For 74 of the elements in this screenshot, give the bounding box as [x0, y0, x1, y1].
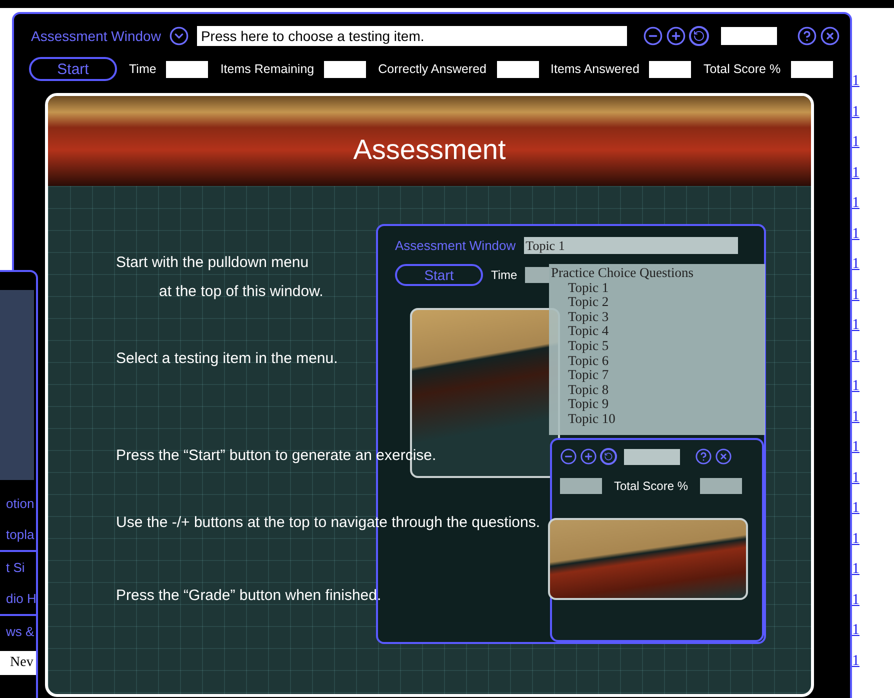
instruction-text: Select a testing item in the menu.	[116, 349, 338, 369]
stat-field	[790, 60, 833, 78]
dropdown-option[interactable]: Topic 9	[549, 397, 765, 412]
stat-field	[324, 60, 366, 78]
page-link[interactable]: 1	[852, 310, 860, 340]
page-link[interactable]: 1	[852, 554, 860, 584]
start-button[interactable]: Start	[29, 57, 117, 81]
inset-title: Assessment Window	[395, 237, 516, 255]
stat-label: Time	[129, 60, 156, 78]
dropdown-option[interactable]: Topic 2	[549, 295, 765, 310]
page-link[interactable]: 1	[852, 96, 860, 127]
topic-field[interactable]: Topic 1	[524, 237, 738, 254]
dropdown-option[interactable]: Topic 1	[549, 280, 765, 296]
page-link[interactable]: 1	[852, 615, 860, 646]
inset-stat-field	[560, 478, 602, 494]
page-link[interactable]: 1	[852, 66, 860, 96]
page-link[interactable]: 1	[852, 340, 860, 371]
side-link[interactable]: topla	[0, 519, 36, 550]
page-link[interactable]: 1	[852, 462, 860, 493]
close-icon[interactable]	[820, 26, 840, 46]
side-link[interactable]: otion	[0, 488, 36, 519]
dropdown-option[interactable]: Topic 4	[549, 324, 765, 339]
minus-icon[interactable]	[560, 448, 577, 465]
dropdown-option[interactable]: Topic 5	[549, 338, 765, 354]
page-link[interactable]: 1	[852, 646, 860, 676]
dropdown-group-label: Practice Choice Questions	[550, 266, 694, 281]
page-link[interactable]: 1	[852, 584, 860, 615]
dropdown-icon[interactable]	[168, 26, 189, 46]
side-link[interactable]: ws &	[0, 614, 36, 647]
stat-field	[496, 60, 538, 78]
page-link[interactable]: 1	[852, 127, 860, 158]
page-link[interactable]: 1	[852, 188, 860, 218]
inset-number-field	[624, 448, 680, 464]
instruction-text: Start with the pulldown menu	[116, 253, 309, 273]
refresh-icon[interactable]	[600, 448, 617, 465]
refresh-icon[interactable]	[688, 26, 709, 46]
stat-field	[166, 60, 208, 78]
close-icon[interactable]	[715, 448, 732, 465]
dropdown-option[interactable]: Topic 7	[549, 368, 765, 383]
dropdown-option[interactable]: Topic 10	[549, 412, 765, 427]
question-number-field[interactable]	[720, 27, 777, 45]
stat-field	[649, 60, 692, 78]
page-link[interactable]: 1	[852, 524, 860, 554]
dropdown-option[interactable]: Topic 6	[549, 354, 765, 368]
page-link[interactable]: 1	[852, 249, 860, 280]
page-link[interactable]: 1	[852, 280, 860, 310]
side-link[interactable]: dio H	[0, 583, 36, 614]
minus-icon[interactable]	[642, 26, 663, 46]
stat-label: Items Remaining	[220, 60, 314, 78]
page-link[interactable]: 1	[852, 493, 860, 524]
stat-label: Correctly Answered	[378, 60, 486, 78]
page-link[interactable]: 1	[852, 218, 860, 249]
side-link[interactable]: t Si	[0, 550, 36, 583]
inset-score-label: Total Score %	[614, 478, 688, 495]
stat-label: Total Score %	[703, 60, 781, 78]
instruction-text: at the top of this window.	[158, 282, 324, 302]
page-link[interactable]: 1	[852, 371, 860, 402]
banner-title: Assessment	[353, 133, 506, 167]
inset-time-label: Time	[491, 266, 518, 284]
dropdown-option[interactable]: Topic 8	[549, 382, 765, 398]
plus-icon[interactable]	[666, 26, 686, 46]
page-link[interactable]: 1	[852, 402, 860, 432]
stat-label: Items Answered	[550, 60, 640, 78]
testing-item-field[interactable]: Press here to choose a testing item.	[196, 26, 627, 46]
inset-score-field	[700, 478, 742, 494]
page-link[interactable]: 1	[852, 432, 860, 462]
help-icon[interactable]	[695, 448, 712, 465]
help-icon[interactable]	[796, 26, 817, 46]
window-title: Assessment Window	[31, 26, 161, 46]
plus-icon[interactable]	[580, 448, 597, 465]
inset-start-button[interactable]: Start	[395, 264, 483, 286]
page-text: Nev	[0, 651, 36, 675]
dropdown-option[interactable]: Topic 3	[549, 310, 765, 324]
page-link[interactable]: 1	[852, 158, 860, 188]
